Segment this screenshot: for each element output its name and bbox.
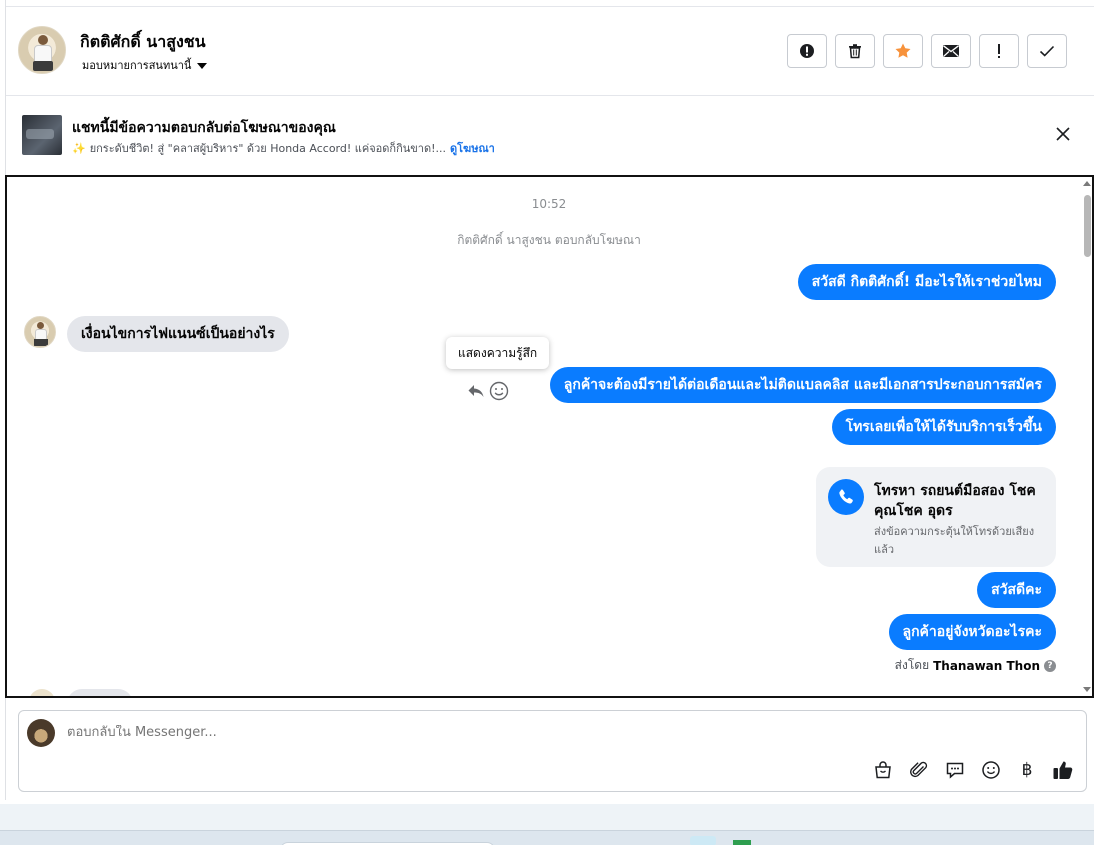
message-thread[interactable]: 10:52 กิตติศักดิ์ นาสูงชน ตอบกลับโฆษณา ส…: [5, 175, 1094, 698]
saved-reply-icon: [946, 762, 964, 779]
star-icon: [895, 43, 911, 58]
outgoing-message[interactable]: ลูกค้าอยู่จังหวัดอะไรคะ: [888, 614, 1056, 650]
contact-avatar[interactable]: [18, 26, 66, 74]
sent-by-label: ส่งโดย: [894, 658, 930, 672]
payment-button[interactable]: ฿: [1016, 759, 1038, 781]
delete-button[interactable]: [835, 34, 875, 68]
contact-avatar-small: [29, 689, 55, 696]
caret-down-icon: [197, 62, 208, 69]
reply-icon: [468, 385, 484, 397]
check-icon: [1039, 45, 1055, 57]
contact-avatar-small[interactable]: [24, 316, 56, 348]
taskbar-app-icon[interactable]: [733, 840, 751, 845]
shopping-bag-icon: [875, 761, 891, 779]
sent-by-name: Thanawan Thon: [933, 658, 1040, 673]
star-button[interactable]: [883, 34, 923, 68]
incoming-message-peek: [67, 689, 133, 696]
reply-composer: ฿: [18, 710, 1087, 792]
baht-icon: ฿: [1021, 760, 1033, 780]
mark-unread-button[interactable]: [931, 34, 971, 68]
message-timestamp: 10:52: [531, 197, 567, 211]
outgoing-message[interactable]: โทรเลยเพื่อให้ได้รับบริการเร็วขึ้น: [831, 409, 1056, 445]
react-button[interactable]: [489, 381, 509, 405]
shop-button[interactable]: [872, 759, 894, 781]
outgoing-message[interactable]: ลูกค้าจะต้องมีรายได้ต่อเดือนและไม่ติดแบล…: [549, 367, 1056, 403]
composer-toolbar: ฿: [872, 759, 1074, 781]
ad-banner-subtitle: ✨ ยกระดับชีวิต! สู่ "คลาสผู้บริหาร" ด้วย …: [72, 139, 495, 157]
follow-up-button[interactable]: [979, 34, 1019, 68]
messenger-inbox-page: กิตติศักดิ์ นาสูงชน มอบหมายการสนทนานี้ แ…: [0, 0, 1094, 845]
scroll-down-arrow-icon[interactable]: [1083, 687, 1091, 692]
close-banner-button[interactable]: [1054, 125, 1072, 143]
assign-conversation-dropdown[interactable]: มอบหมายการสนทนานี้: [82, 56, 208, 74]
system-note: กิตติศักดิ์ นาสูงชน ตอบกลับโฆษณา: [457, 233, 641, 247]
outgoing-message[interactable]: สวัสดี กิตติศักดิ์! มีอะไรให้เราช่วยไหม: [797, 264, 1056, 300]
conversation-header: กิตติศักดิ์ นาสูงชน มอบหมายการสนทนานี้: [6, 8, 1094, 96]
like-button[interactable]: [1052, 759, 1074, 781]
sparkles-icon: ✨: [72, 142, 86, 155]
close-icon: [1056, 127, 1070, 141]
smiley-icon: [489, 381, 509, 401]
assign-label: มอบหมายการสนทนานี้: [82, 59, 192, 72]
help-icon[interactable]: ?: [1044, 659, 1056, 672]
view-ad-link[interactable]: ดูโฆษณา: [450, 142, 495, 155]
exclaim-icon: [998, 44, 1000, 58]
mail-icon: [943, 45, 959, 57]
page-avatar: [27, 719, 55, 747]
attach-button[interactable]: [908, 759, 930, 781]
emoji-icon: [982, 761, 1000, 779]
emoji-button[interactable]: [980, 759, 1002, 781]
ad-reply-banner: แชทนี้มีข้อความตอบกลับต่อโฆษณาของคุณ ✨ ยก…: [6, 97, 1094, 173]
scroll-thumb[interactable]: [1084, 195, 1091, 257]
scroll-up-arrow-icon[interactable]: [1083, 181, 1091, 186]
sent-by-note: ส่งโดย Thanawan Thon ?: [895, 656, 1056, 675]
header-actions: [787, 34, 1067, 68]
taskbar-app-icon[interactable]: [690, 836, 716, 845]
incoming-message[interactable]: เงื่อนไขการไฟแนนซ์เป็นอย่างไร: [67, 316, 289, 352]
call-card-title: โทรหา รถยนต์มือสอง โชคคุณโชค อุดร: [874, 483, 1036, 519]
reply-button[interactable]: [467, 383, 485, 403]
call-prompt-card[interactable]: โทรหา รถยนต์มือสอง โชคคุณโชค อุดร ส่งข้อ…: [816, 467, 1056, 567]
like-icon: [1053, 761, 1073, 779]
ad-thumbnail[interactable]: [22, 115, 62, 155]
avatar-legs: [34, 339, 48, 346]
page-footer: [0, 804, 1094, 830]
outgoing-message[interactable]: สวัสดีคะ: [977, 572, 1056, 608]
ad-subtitle-text: ยกระดับชีวิต! สู่ "คลาสผู้บริหาร" ด้วย H…: [89, 142, 446, 155]
mark-done-button[interactable]: [1027, 34, 1067, 68]
ad-banner-title: แชทนี้มีข้อความตอบกลับต่อโฆษณาของคุณ: [72, 120, 336, 136]
message-hover-actions: [467, 381, 509, 405]
avatar-legs: [33, 61, 53, 71]
phone-button[interactable]: [828, 479, 864, 515]
phone-icon: [839, 489, 853, 504]
avatar-head: [37, 322, 44, 329]
contact-name[interactable]: กิตติศักดิ์ นาสูงชน: [80, 30, 206, 55]
reply-input[interactable]: [67, 725, 667, 740]
saved-reply-button[interactable]: [944, 759, 966, 781]
report-button[interactable]: [787, 34, 827, 68]
os-taskbar: [0, 830, 1094, 845]
trash-icon: [849, 44, 861, 59]
react-tooltip: แสดงความรู้สึก: [446, 337, 550, 369]
top-edge: [6, 0, 1094, 7]
call-card-subtitle: ส่งข้อความกระตุ้นให้โทรด้วยเสียงแล้ว: [874, 525, 1035, 556]
report-icon: [800, 44, 814, 58]
paperclip-icon: [910, 761, 928, 778]
avatar-head: [38, 35, 48, 45]
thread-scrollbar[interactable]: [1082, 177, 1092, 696]
